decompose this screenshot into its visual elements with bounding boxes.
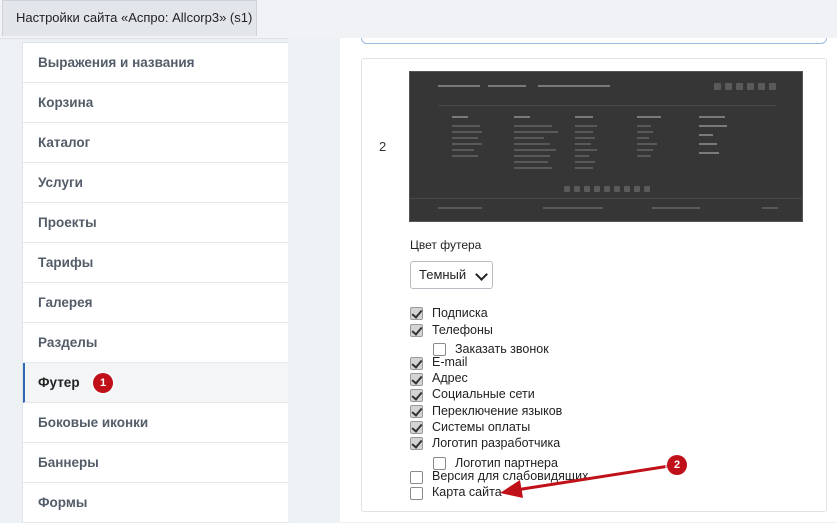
annotation-arrow	[500, 463, 678, 498]
annotation-badge-2: 2	[667, 455, 687, 475]
